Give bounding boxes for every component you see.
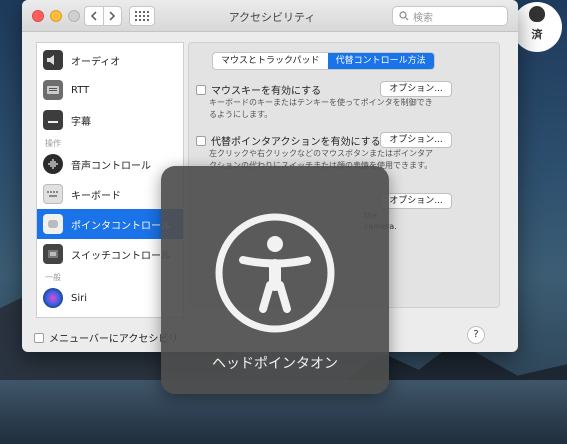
sidebar-item-label: キーボード: [71, 190, 121, 202]
desc-line: キーボードのキーまたはテンキーを使ってポインタを制御でき: [209, 98, 433, 107]
chevron-right-icon: [109, 11, 116, 21]
alt-pointer-option[interactable]: 代替ポインタアクションを有効にする: [196, 133, 381, 148]
apple-logo-icon: [529, 6, 545, 22]
window-title: アクセシビリティ: [228, 11, 316, 24]
pointer-control-icon: [43, 214, 63, 234]
mouse-keys-checkbox[interactable]: [196, 84, 206, 95]
tab-bar: マウスとトラックパッド 代替コントロール方法: [212, 52, 435, 70]
sidebar-item-label: RTT: [71, 84, 90, 96]
alt-pointer-checkbox[interactable]: [196, 135, 206, 146]
search-field[interactable]: 検索: [392, 6, 508, 26]
section-header-general: 一般: [45, 273, 61, 282]
help-button[interactable]: ?: [467, 326, 485, 344]
desc-line: 左クリックや右クリックなどのマウスボタンまたはポインタア: [209, 149, 433, 158]
sidebar-item-rtt[interactable]: RTT: [37, 75, 183, 105]
sidebar-item-label: ポインタコントロール: [71, 220, 171, 232]
sidebar-item-label: オーディオ: [71, 56, 121, 68]
siri-icon: [43, 288, 63, 308]
desc-line: るようにします。: [209, 110, 273, 119]
voice-control-icon: [43, 154, 63, 174]
watermark-text: 済: [531, 28, 543, 41]
switch-control-icon: [43, 244, 63, 264]
show-all-button[interactable]: [129, 6, 155, 26]
head-pointer-options-button[interactable]: オプション...: [380, 193, 452, 209]
sidebar-item-label: 音声コントロール: [71, 160, 151, 172]
back-button[interactable]: [85, 7, 103, 25]
sidebar-item-label: 字幕: [71, 116, 91, 128]
rtt-phone-icon: [43, 80, 63, 100]
sidebar-item-audio[interactable]: オーディオ: [37, 45, 183, 75]
tab-alternate-control[interactable]: 代替コントロール方法: [327, 53, 434, 69]
mouse-keys-description: キーボードのキーまたはテンキーを使ってポインタを制御でき るようにします。: [209, 97, 433, 121]
captions-icon: [43, 110, 63, 130]
sidebar-item-label: スイッチコントロール: [71, 250, 171, 262]
search-placeholder: 検索: [413, 12, 433, 24]
mouse-keys-options-button[interactable]: オプション...: [380, 81, 452, 97]
head-pointer-hud: ヘッドポインタオン: [161, 166, 389, 394]
sidebar-item-captions[interactable]: 字幕: [37, 105, 183, 135]
title-bar: アクセシビリティ 検索: [22, 0, 518, 32]
nav-buttons: [84, 6, 122, 26]
alt-pointer-label: 代替ポインタアクションを有効にする: [211, 137, 381, 148]
keyboard-icon: [43, 184, 63, 204]
section-header-interaction: 操作: [45, 139, 61, 148]
close-button[interactable]: [32, 10, 44, 22]
search-icon: [399, 11, 409, 21]
menubar-option[interactable]: メニューバーにアクセシビリ: [34, 330, 178, 345]
hud-label: ヘッドポインタオン: [212, 356, 338, 372]
mouse-keys-option[interactable]: マウスキーを有効にする: [196, 82, 321, 97]
minimize-button[interactable]: [50, 10, 62, 22]
tab-mouse-trackpad[interactable]: マウスとトラックパッド: [213, 53, 328, 69]
alt-pointer-options-button[interactable]: オプション...: [380, 132, 452, 148]
accessibility-icon: [215, 213, 335, 333]
grid-icon: [135, 11, 149, 21]
menubar-label: メニューバーにアクセシビリ: [49, 334, 179, 345]
menubar-checkbox[interactable]: [34, 332, 44, 343]
sidebar-item-label: Siri: [71, 292, 88, 304]
mouse-keys-label: マウスキーを有効にする: [211, 86, 322, 97]
forward-button[interactable]: [102, 7, 121, 25]
speaker-icon: [43, 50, 63, 70]
zoom-button[interactable]: [68, 10, 80, 22]
watermark-badge: 済: [512, 2, 562, 52]
chevron-left-icon: [90, 11, 97, 21]
